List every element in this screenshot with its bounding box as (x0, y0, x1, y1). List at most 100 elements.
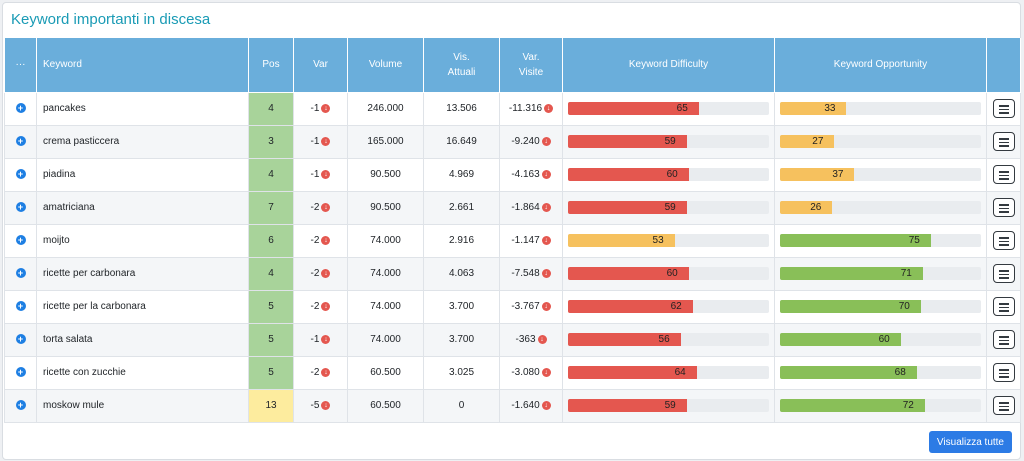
keyword-difficulty-cell: 65 (562, 91, 775, 126)
row-menu-icon[interactable] (992, 99, 1015, 118)
col-header-keyword-difficulty[interactable]: Keyword Difficulty (562, 38, 775, 93)
kd-bar-track: 53 (568, 234, 769, 247)
ko-bar-track: 27 (780, 135, 981, 148)
ko-value: 60 (878, 334, 890, 345)
expand-row-cell: + (4, 289, 37, 324)
keyword-difficulty-cell: 60 (562, 256, 775, 291)
keyword-opportunity-cell: 27 (774, 124, 987, 159)
volume-cell: 74.000 (347, 223, 424, 258)
row-menu-icon[interactable] (992, 198, 1015, 217)
keyword-difficulty-cell: 64 (562, 355, 775, 390)
position-cell: 7 (248, 190, 294, 225)
actions-cell (986, 190, 1021, 225)
row-menu-icon[interactable] (992, 165, 1015, 184)
arrow-down-icon: ↓ (541, 301, 551, 311)
arrow-down-icon: ↓ (321, 235, 331, 245)
row-menu-icon[interactable] (992, 231, 1015, 250)
var-cell: -2 ↓ (293, 289, 348, 324)
row-menu-icon[interactable] (992, 264, 1015, 283)
expand-plus-icon[interactable]: + (15, 202, 26, 212)
row-menu-icon[interactable] (992, 396, 1015, 415)
position-cell: 13 (248, 388, 294, 423)
expand-plus-icon[interactable]: + (15, 400, 26, 410)
kd-value: 56 (658, 334, 670, 345)
ko-bar-track: 75 (780, 234, 981, 247)
actions-cell (986, 91, 1021, 126)
keyword-opportunity-cell: 33 (774, 91, 987, 126)
col-header-var-visite[interactable]: Var. Visite (499, 38, 563, 93)
row-menu-icon[interactable] (992, 330, 1015, 349)
var-visite-cell: -1.864 ↓ (499, 190, 563, 225)
expand-plus-icon[interactable]: + (15, 334, 26, 344)
vis-attuali-cell: 0 (423, 388, 500, 423)
vis-attuali-cell: 3.700 (423, 289, 500, 324)
expand-plus-icon[interactable]: + (15, 268, 26, 278)
expand-row-cell: + (4, 388, 37, 423)
col-header-volume[interactable]: Volume (347, 38, 424, 93)
ko-value: 27 (812, 136, 824, 147)
vis-attuali-cell: 3.025 (423, 355, 500, 390)
volume-cell: 165.000 (347, 124, 424, 159)
kd-value: 53 (652, 235, 664, 246)
col-header-pos[interactable]: Pos (248, 38, 294, 93)
kd-bar-track: 59 (568, 135, 769, 148)
table-row: + crema pasticcera 3 -1 ↓ 165.000 16.649 -9.240… (4, 124, 1021, 159)
var-visite-cell: -4.163 ↓ (499, 157, 563, 192)
kd-bar-track: 64 (568, 366, 769, 379)
view-all-button[interactable]: Visualizza tutte (928, 431, 1012, 453)
keyword-cell: amatriciana (36, 190, 249, 225)
vis-attuali-cell: 2.661 (423, 190, 500, 225)
table-row: + ricette con zucchie 5 -2 ↓ 60.500 3.025 -3.08… (4, 355, 1021, 390)
var-cell: -1 ↓ (293, 124, 348, 159)
row-menu-icon[interactable] (992, 132, 1015, 151)
expand-plus-icon[interactable]: + (15, 367, 26, 377)
position-cell: 4 (248, 157, 294, 192)
expand-plus-icon[interactable]: + (15, 169, 26, 179)
position-cell: 3 (248, 124, 294, 159)
table-row: + pancakes 4 -1 ↓ 246.000 13.506 -11.316 ↓ 65 33 (4, 91, 1021, 126)
expand-plus-icon[interactable]: + (15, 301, 26, 311)
ko-bar-track: 33 (780, 102, 981, 115)
arrow-down-icon: ↓ (541, 169, 551, 179)
volume-cell: 74.000 (347, 322, 424, 357)
expand-plus-icon[interactable]: + (15, 103, 26, 113)
keyword-opportunity-cell: 60 (774, 322, 987, 357)
var-visite-cell: -1.147 ↓ (499, 223, 563, 258)
ko-bar-track: 60 (780, 333, 981, 346)
keyword-opportunity-cell: 37 (774, 157, 987, 192)
position-cell: 5 (248, 355, 294, 390)
row-menu-icon[interactable] (992, 363, 1015, 382)
keyword-table: ··· Keyword Pos Var Volume Vis. Attuali V… (4, 38, 1021, 423)
expand-plus-icon[interactable]: + (15, 235, 26, 245)
ko-bar-fill (780, 102, 847, 115)
table-row: + ricette per carbonara 4 -2 ↓ 74.000 4.063 -7.… (4, 256, 1021, 291)
var-cell: -2 ↓ (293, 223, 348, 258)
arrow-down-icon: ↓ (541, 400, 551, 410)
kd-bar-track: 62 (568, 300, 769, 313)
var-cell: -2 ↓ (293, 256, 348, 291)
ko-value: 72 (902, 400, 914, 411)
keyword-opportunity-cell: 75 (774, 223, 987, 258)
col-header-keyword[interactable]: Keyword (36, 38, 249, 93)
column-menu-icon[interactable]: ··· (4, 38, 37, 93)
var-cell: -1 ↓ (293, 157, 348, 192)
expand-row-cell: + (4, 157, 37, 192)
vis-attuali-cell: 4.969 (423, 157, 500, 192)
keyword-difficulty-cell: 59 (562, 388, 775, 423)
col-header-var[interactable]: Var (293, 38, 348, 93)
ko-value: 75 (908, 235, 920, 246)
arrow-down-icon: ↓ (537, 334, 547, 344)
ko-bar-track: 72 (780, 399, 981, 412)
row-menu-icon[interactable] (992, 297, 1015, 316)
ko-bar-fill (780, 135, 835, 148)
actions-cell (986, 157, 1021, 192)
kd-bar-track: 65 (568, 102, 769, 115)
col-header-vis-attuali[interactable]: Vis. Attuali (423, 38, 500, 93)
col-header-keyword-opportunity[interactable]: Keyword Opportunity (774, 38, 987, 93)
arrow-down-icon: ↓ (541, 367, 551, 377)
keyword-difficulty-cell: 62 (562, 289, 775, 324)
volume-cell: 90.500 (347, 157, 424, 192)
var-cell: -1 ↓ (293, 322, 348, 357)
expand-plus-icon[interactable]: + (15, 136, 26, 146)
keyword-opportunity-cell: 71 (774, 256, 987, 291)
